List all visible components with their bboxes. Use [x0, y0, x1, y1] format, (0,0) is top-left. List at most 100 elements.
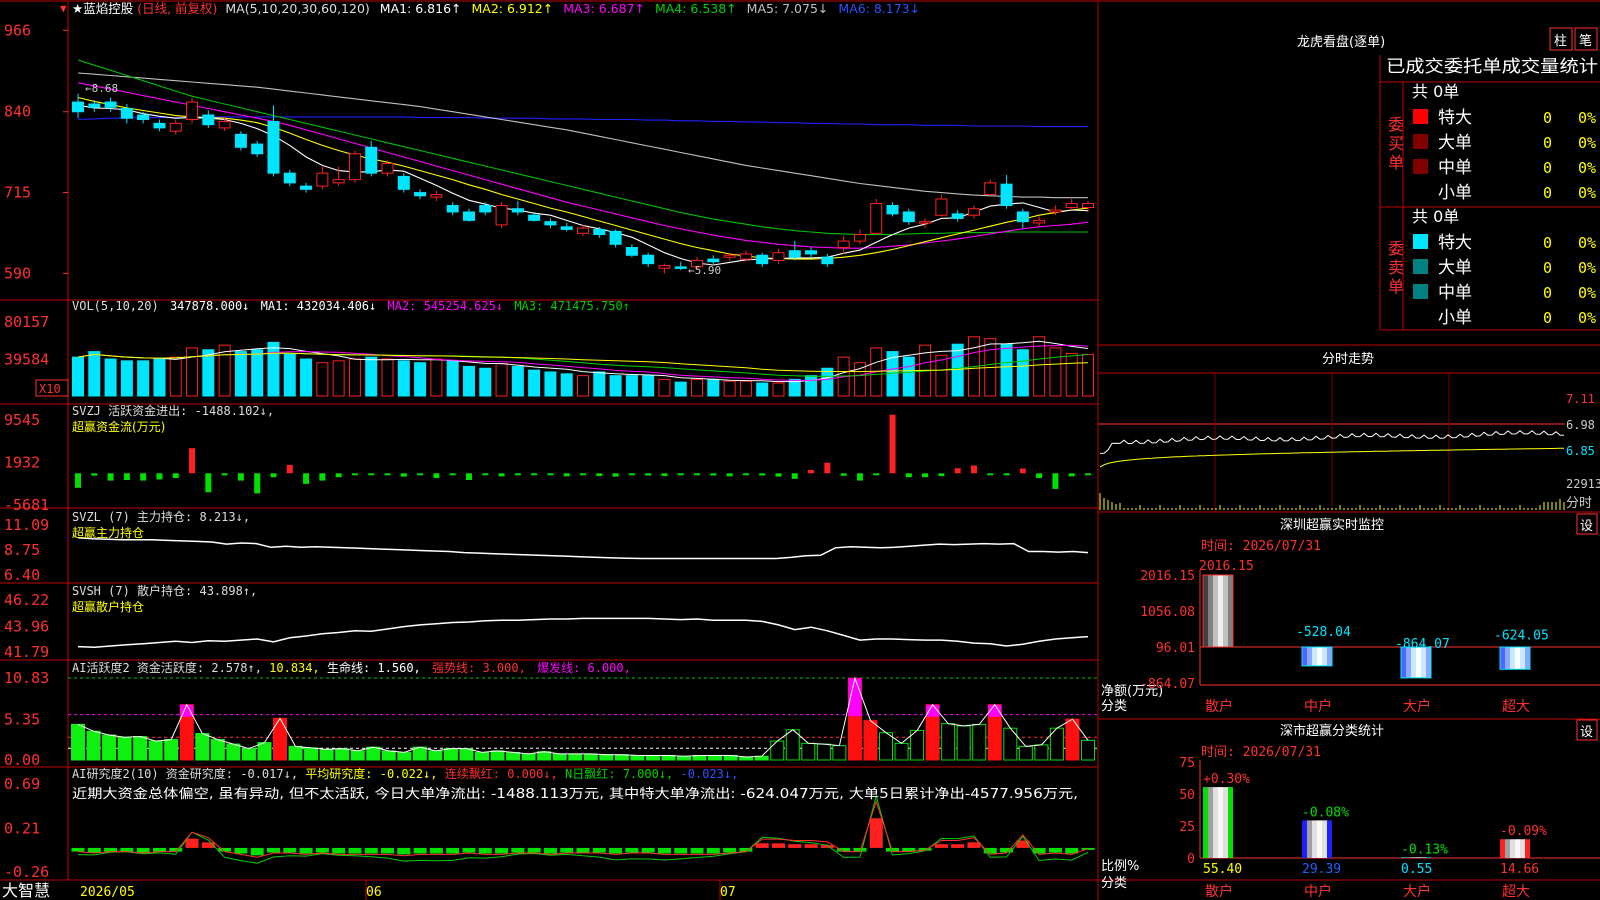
- volume-bar: [495, 363, 508, 397]
- svzj-bar: [221, 473, 228, 476]
- ai1-bar: [1034, 744, 1049, 761]
- svzj-bar: [563, 473, 570, 477]
- candle-body: [951, 213, 964, 219]
- volume-bar: [88, 351, 101, 397]
- svzj-bar: [189, 448, 196, 474]
- fs-marks: [1098, 373, 1565, 512]
- ai1-bar: [133, 736, 148, 761]
- volume-bar: [267, 341, 280, 397]
- volume-bar: [72, 356, 84, 397]
- svzj-bar: [694, 473, 701, 476]
- ai1-bar: [677, 755, 691, 761]
- volume-bar: [348, 358, 361, 397]
- svsh-tick-label: 41.79: [4, 643, 49, 661]
- sell-label-char: 单: [1388, 277, 1404, 296]
- order-name: 大单: [1438, 133, 1472, 153]
- ma2-value: MA2: 6.912↑: [472, 1, 554, 16]
- stock-chart[interactable]: 966 840 715 590 80157 39584 9545 1932 -5681 11.09…: [0, 0, 1600, 900]
- ai1-bar: [863, 720, 878, 761]
- ai2-bar: [397, 847, 411, 855]
- order-pct: 0%: [1578, 134, 1596, 152]
- candle-body: [300, 185, 313, 190]
- ai1-bar: [894, 742, 909, 761]
- svzj-bar: [547, 473, 554, 476]
- ai1-bar: [319, 748, 334, 761]
- order-count: 0: [1543, 159, 1552, 177]
- candle-body: [72, 101, 84, 113]
- ai2-tick-label: 0.21: [4, 819, 40, 837]
- svzj-bar: [514, 473, 521, 476]
- ai1-bar: [335, 748, 350, 761]
- volume-bar: [821, 367, 834, 397]
- ai1-bar: [350, 750, 365, 761]
- svzj-bar: [156, 473, 163, 480]
- ai1-bar: [583, 753, 598, 761]
- svzj-bar: [368, 473, 375, 476]
- candle-body: [169, 122, 182, 132]
- price-tick-label: 966: [4, 21, 31, 39]
- volume-bar: [186, 347, 199, 397]
- ai2-bar: [104, 847, 118, 852]
- candle-body: [935, 198, 948, 216]
- ai1-header: AI活跃度2 资金活跃度: 2.578↑, 10.834, 生命线: 1.560…: [72, 660, 631, 675]
- svzj-tick-label: 1932: [4, 454, 40, 472]
- ai1-bar: [614, 754, 629, 761]
- candle-body: [528, 214, 541, 221]
- ss-bar-strip: [1213, 787, 1218, 858]
- volume-bar: [756, 382, 769, 397]
- ss-category: 散户: [1205, 883, 1233, 900]
- svzj-bar: [449, 473, 456, 476]
- svzj-bar: [433, 473, 440, 479]
- order-swatch: [1413, 284, 1428, 299]
- ai2-bar: [332, 847, 346, 854]
- svzj-bar: [254, 473, 261, 494]
- svzl-tick-label: 8.75: [4, 541, 40, 559]
- candle-body: [104, 101, 117, 108]
- ss-bar-strip: [1520, 839, 1525, 858]
- volume-bar: [153, 358, 166, 397]
- ai2-bar: [266, 847, 280, 853]
- svzl-tick-label: 6.40: [4, 566, 40, 584]
- fs-title[interactable]: 分时走势: [1322, 351, 1374, 367]
- svzj-bar: [205, 473, 212, 493]
- buy-total: 共 0单: [1412, 82, 1459, 101]
- candle-body: [886, 204, 899, 215]
- svzj-bar: [1003, 473, 1010, 476]
- ai2-tick-label: -0.26: [4, 863, 49, 881]
- buy-label-char: 委: [1388, 115, 1404, 134]
- candle-body: [283, 172, 296, 184]
- svzj-bar: [400, 473, 407, 477]
- volume-bar: [902, 356, 915, 397]
- ss-category: 大户: [1403, 883, 1431, 900]
- sz-y-tick: 96.01: [1156, 641, 1195, 656]
- sz-bar-strip: [1203, 575, 1208, 647]
- ss-bar: [1302, 820, 1332, 858]
- menu-icon[interactable]: ▼: [60, 2, 67, 15]
- sz-bar-strip: [1213, 575, 1218, 647]
- ss-bar-strip: [1421, 857, 1426, 858]
- ss-y-tick: 75: [1179, 756, 1195, 771]
- ss-bar-strip: [1505, 839, 1510, 858]
- svzj-bar: [726, 473, 733, 477]
- order-name: 特大: [1438, 233, 1472, 253]
- tab-header[interactable]: 已成交委托单成交量统计: [1386, 57, 1598, 77]
- ai1-bar: [195, 732, 210, 761]
- svzj-bar: [710, 473, 717, 476]
- svsh-tick-label: 43.96: [4, 618, 49, 636]
- candle-body: [1033, 219, 1046, 224]
- svzj-bar: [922, 473, 929, 478]
- ss-bar-pct: -0.08%: [1302, 805, 1349, 820]
- ai2-bar: [657, 847, 671, 854]
- svzj-bar: [303, 473, 310, 484]
- order-count: 0: [1543, 109, 1552, 127]
- order-swatch: [1413, 234, 1428, 249]
- ai2-bar: [804, 844, 818, 848]
- volume-bar: [658, 378, 671, 397]
- ss-y-tick: 25: [1179, 820, 1195, 835]
- candle-body: [853, 234, 866, 242]
- ai2-bar: [446, 847, 460, 854]
- sz-bar-value: -624.05: [1494, 628, 1549, 643]
- ss-bar-strip: [1312, 820, 1317, 858]
- ai2-bar: [381, 847, 395, 854]
- svzj-bar: [531, 473, 538, 476]
